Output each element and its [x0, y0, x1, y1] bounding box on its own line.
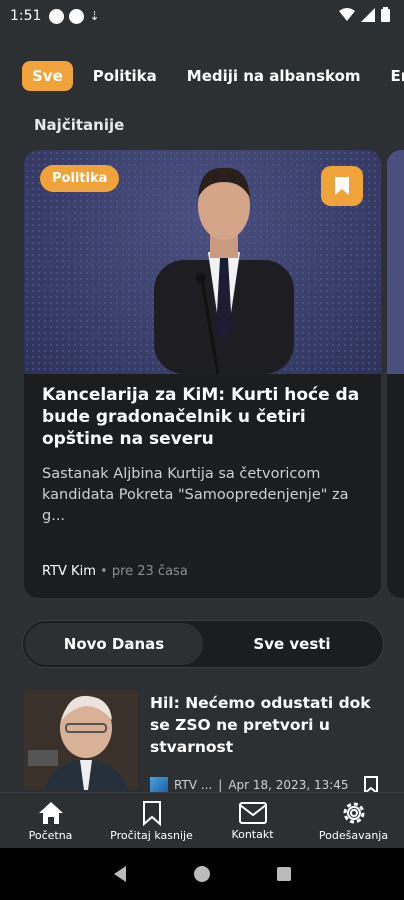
nav-contact[interactable]: Kontakt — [202, 793, 303, 848]
mail-icon — [238, 801, 267, 824]
back-icon[interactable] — [112, 865, 128, 883]
toggle-sve-vesti[interactable]: Sve vesti — [203, 623, 381, 665]
category-tag: Politika — [40, 165, 120, 192]
tab-en[interactable]: En — [381, 61, 404, 91]
nav-home-label: Početna — [28, 828, 73, 842]
featured-card[interactable]: Politika Kancelarija za KiM: Kurti hoće … — [24, 150, 381, 598]
status-icons — [339, 7, 390, 22]
section-title: Najčitanije — [34, 116, 125, 134]
nav-home[interactable]: Početna — [0, 793, 101, 848]
featured-source: RTV Kim — [42, 564, 96, 579]
nav-read-later[interactable]: Pročitaj kasnije — [101, 793, 202, 848]
bookmark-icon — [335, 177, 349, 195]
gear-icon — [343, 802, 364, 823]
nav-settings[interactable]: Podešavanja — [303, 793, 404, 848]
system-navigation-bar — [0, 848, 404, 900]
person-image — [154, 167, 294, 374]
toggle-novo-danas[interactable]: Novo Danas — [25, 623, 203, 665]
recents-icon[interactable] — [276, 866, 292, 882]
news-source: RTV ... — [174, 778, 213, 792]
rtv-logo — [150, 777, 168, 793]
wifi-icon — [339, 7, 355, 21]
bookmark-icon — [142, 800, 161, 826]
news-list-item[interactable]: Hil: Nećemo odustati dok se ZSO ne pretv… — [24, 690, 384, 794]
nav-settings-label: Podešavanja — [318, 828, 389, 842]
bottom-navigation: Početna Pročitaj kasnije Kontakt Podešav… — [0, 792, 404, 848]
featured-description: Sastanak Aljbina Kurtija sa četvoricom k… — [42, 466, 349, 524]
tab-mediji-na-albanskom[interactable]: Mediji na albanskom — [177, 61, 371, 91]
home-icon — [38, 801, 63, 824]
notification-icon-2 — [69, 8, 85, 24]
news-title: Hil: Nećemo odustati dok se ZSO ne pretv… — [150, 694, 371, 756]
nav-contact-label: Kontakt — [231, 827, 274, 841]
category-tabs: Sve Politika Mediji na albanskom En — [22, 60, 404, 92]
tab-politika[interactable]: Politika — [83, 61, 167, 91]
nav-read-later-label: Pročitaj kasnije — [110, 828, 193, 842]
bookmark-button[interactable] — [321, 166, 363, 206]
feed-toggle: Novo Danas Sve vesti — [22, 620, 384, 668]
status-time: 1:51 — [10, 8, 42, 24]
status-bar: 1:51 ⇣ — [0, 0, 404, 32]
signal-icon — [361, 7, 375, 22]
news-thumbnail — [24, 690, 138, 790]
notification-icon — [49, 8, 65, 24]
battery-icon — [381, 7, 390, 22]
featured-title: Kancelarija za KiM: Kurti hoće da bude g… — [42, 385, 360, 449]
featured-time: pre 23 časa — [111, 564, 188, 579]
home-circle-icon[interactable] — [193, 865, 211, 883]
next-card-peek[interactable] — [387, 150, 404, 598]
featured-meta: RTV Kim • pre 23 časa — [42, 564, 188, 579]
tab-sve[interactable]: Sve — [22, 61, 73, 91]
news-date: Apr 18, 2023, 13:45 — [228, 778, 349, 792]
usb-icon: ⇣ — [89, 9, 100, 23]
featured-image: Politika — [24, 150, 381, 374]
